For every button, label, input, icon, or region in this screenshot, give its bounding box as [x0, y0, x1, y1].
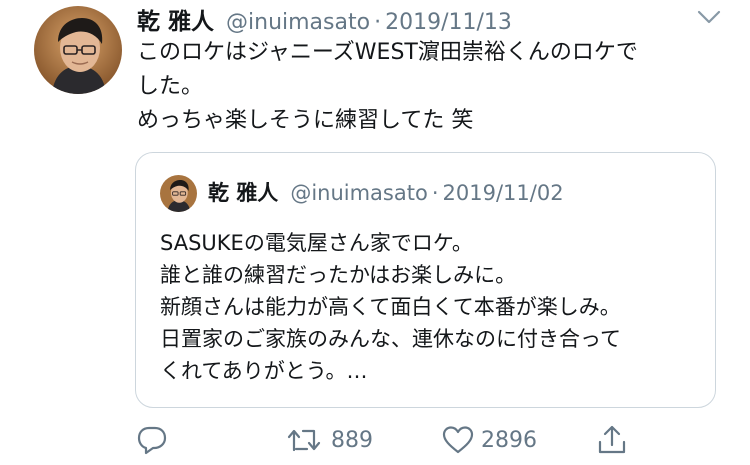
tweet-header: 乾 雅人 @inuimasato · 2019/11/13: [137, 2, 512, 36]
retweet-count: 889: [331, 427, 373, 453]
quoted-author-avatar[interactable]: [160, 175, 197, 212]
quoted-text-line: 誰と誰の練習だったかはお楽しみに。: [160, 263, 517, 287]
tweet-text: このロケはジャニーズWEST濵田崇裕くんのロケで した。 めっちゃ楽しそうに練習…: [137, 36, 717, 138]
chevron-down-icon[interactable]: [694, 6, 724, 28]
tweet-date[interactable]: 2019/11/13: [385, 10, 512, 35]
retweet-icon: [287, 429, 321, 452]
quoted-tweet-date: 2019/11/02: [442, 181, 564, 205]
quoted-text-line: 日置家のご家族のみんな、連休なのに付き合って: [160, 327, 621, 351]
quoted-text-line: くれてありがとう。…: [160, 359, 368, 383]
author-name[interactable]: 乾 雅人: [137, 2, 214, 36]
quoted-tweet-card[interactable]: 乾 雅人 @inuimasato · 2019/11/02 SASUKEの電気屋…: [135, 152, 716, 408]
tweet-action-bar: 889 2896: [135, 420, 655, 460]
tweet-text-line: めっちゃ楽しそうに練習してた 笑: [137, 108, 474, 133]
quoted-author-handle: @inuimasato: [290, 181, 428, 205]
separator-dot: ·: [374, 10, 382, 35]
like-count: 2896: [481, 427, 537, 453]
like-button[interactable]: 2896: [441, 420, 537, 460]
share-button[interactable]: [595, 420, 629, 460]
heart-icon: [442, 426, 474, 454]
tweet-text-line: このロケはジャニーズWEST濵田崇裕くんのロケで: [137, 40, 638, 65]
quoted-author-name: 乾 雅人: [208, 181, 279, 205]
share-icon: [598, 425, 626, 454]
quoted-tweet-text: SASUKEの電気屋さん家でロケ。 誰と誰の練習だったかはお楽しみに。 新顔さん…: [160, 227, 700, 387]
quoted-text-line: 新顔さんは能力が高くて面白くて本番が楽しみ。: [160, 295, 621, 319]
quoted-tweet-header: 乾 雅人 @inuimasato · 2019/11/02: [208, 177, 564, 207]
author-handle[interactable]: @inuimasato: [226, 10, 370, 35]
quoted-text-line: SASUKEの電気屋さん家でロケ。: [160, 231, 473, 255]
retweet-button[interactable]: 889: [285, 420, 373, 460]
reply-button[interactable]: [135, 420, 169, 460]
author-avatar[interactable]: [34, 6, 122, 94]
tweet-text-line: した。: [137, 74, 204, 99]
reply-icon: [137, 426, 167, 455]
separator-dot: ·: [431, 181, 439, 205]
